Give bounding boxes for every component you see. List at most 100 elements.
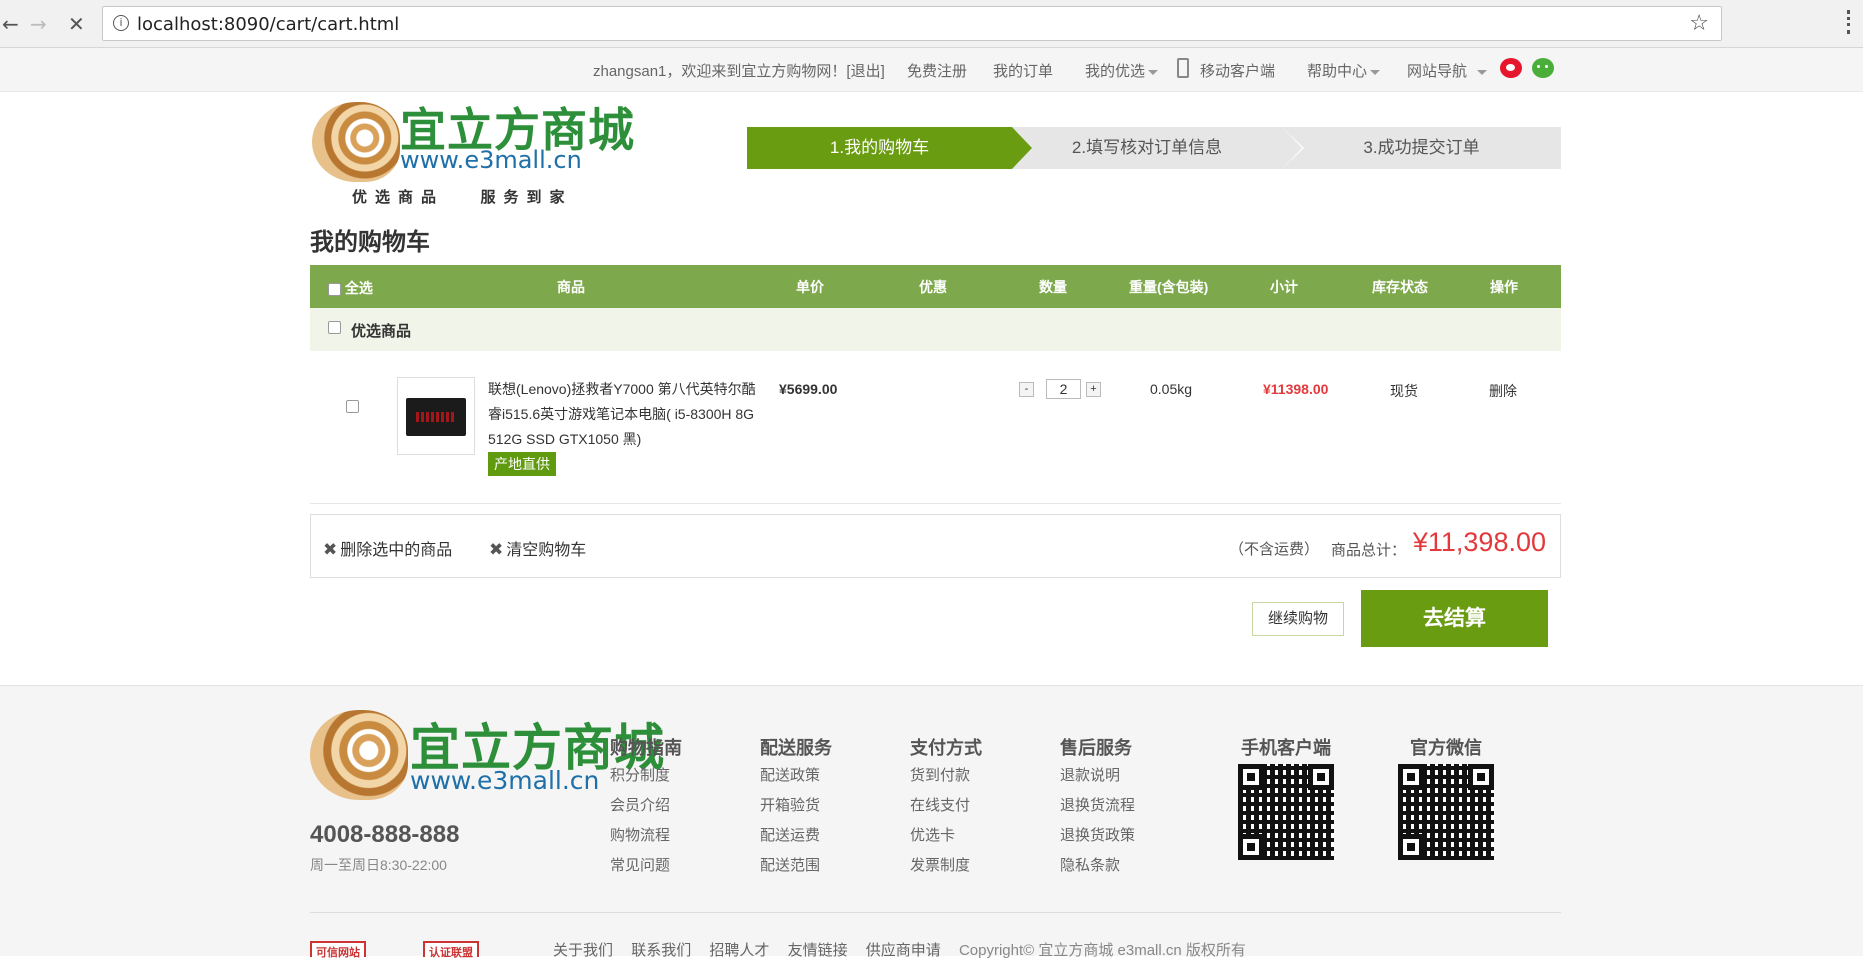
checkout-steps: 1.我的购物车 2.填写核对订单信息 3.成功提交订单 (747, 127, 1561, 169)
site-logo[interactable]: 宜立方商城 www.e3mall.cn 优选商品 服务到家 (312, 94, 634, 207)
close-icon: ✖ (489, 540, 504, 559)
footer-logo-domain: www.e3mall.cn (410, 766, 600, 795)
wechat-icon[interactable] (1532, 58, 1554, 78)
footer-col-title: 购物指南 (610, 738, 682, 758)
logo-slogan: 优选商品 服务到家 (352, 186, 573, 207)
footer-col-guide: 购物指南 积分制度 会员介绍 购物流程 常见问题 (610, 734, 730, 884)
header-subtotal: 小计 (1270, 279, 1298, 295)
certified-alliance-badge[interactable]: 认证联盟 (423, 941, 479, 959)
footer-col-delivery: 配送服务 配送政策 开箱验货 配送运费 配送范围 (760, 734, 880, 884)
supplier-apply-link[interactable]: 供应商申请 (866, 942, 941, 959)
welcome-text[interactable]: zhangsan1，欢迎来到宜立方购物网！[退出] (593, 60, 885, 81)
my-favorites-link[interactable]: 我的优选 (1085, 60, 1159, 81)
footer-link[interactable]: 优选卡 (910, 824, 1030, 854)
footer-link[interactable]: 退换货政策 (1060, 824, 1180, 854)
url-host: localhost (137, 14, 218, 35)
header-product: 商品 (557, 279, 585, 295)
total-label: 商品总计： (1331, 542, 1407, 559)
header-stock: 库存状态 (1372, 279, 1428, 295)
step-my-cart: 1.我的购物车 (747, 127, 1032, 169)
my-favorites-label: 我的优选 (1085, 63, 1146, 80)
chevron-down-icon (1148, 69, 1159, 75)
footer-link[interactable]: 会员介绍 (610, 794, 730, 824)
footer-link[interactable]: 配送政策 (760, 764, 880, 794)
footer-link[interactable]: 开箱验货 (760, 794, 880, 824)
back-icon[interactable]: ← (2, 12, 19, 36)
delete-selected-link[interactable]: ✖ 删除选中的商品 (323, 536, 452, 560)
contact-us-link[interactable]: 联系我们 (631, 942, 691, 959)
browser-toolbar: ← → ✕ i localhost:8090/cart/cart.html ☆ (0, 0, 1863, 48)
item-checkbox[interactable] (346, 400, 359, 413)
weibo-icon[interactable] (1500, 58, 1522, 78)
footer-link[interactable]: 隐私条款 (1060, 854, 1180, 884)
address-bar[interactable]: i localhost:8090/cart/cart.html ☆ (102, 6, 1722, 41)
friend-links-link[interactable]: 友情链接 (788, 942, 848, 959)
service-hours: 周一至周日8:30-22:00 (310, 857, 447, 873)
footer-link[interactable]: 常见问题 (610, 854, 730, 884)
info-icon[interactable]: i (113, 15, 129, 31)
footer-link[interactable]: 配送运费 (760, 824, 880, 854)
unit-price: ¥5699.00 (779, 381, 838, 397)
bookmark-star-icon[interactable]: ☆ (1689, 10, 1709, 36)
qr-corner (1238, 834, 1264, 860)
footer-link[interactable]: 配送范围 (760, 854, 880, 884)
continue-shopping-button[interactable]: 继续购物 (1252, 602, 1344, 636)
qr-corner (1468, 764, 1494, 790)
qr-mobile-title: 手机客户端 (1241, 738, 1331, 758)
cart-table-header: 全选 商品 单价 优惠 数量 重量(含包装) 小计 库存状态 操作 (310, 265, 1561, 308)
cart-actions-bar: ✖ 删除选中的商品 ✖ 清空购物车 （不含运费） 商品总计： ¥11,398.00 (310, 514, 1561, 578)
help-center-label: 帮助中心 (1307, 63, 1368, 80)
about-us-link[interactable]: 关于我们 (553, 942, 613, 959)
product-name-link[interactable]: 联想(Lenovo)拯救者Y7000 第八代英特尔酷睿i515.6英寸游戏笔记本… (488, 377, 758, 452)
product-thumbnail[interactable] (397, 377, 475, 455)
slogan-right: 服务到家 (480, 189, 573, 206)
shell-logo-icon (312, 102, 400, 182)
header-qty: 数量 (1039, 279, 1067, 295)
step-submit-order: 3.成功提交订单 (1282, 127, 1561, 169)
logo-domain-text: www.e3mall.cn (400, 146, 582, 174)
footer-link[interactable]: 发票制度 (910, 854, 1030, 884)
footer-divider (310, 912, 1561, 913)
stop-icon[interactable]: ✕ (68, 12, 85, 36)
select-all-checkbox[interactable] (328, 282, 341, 296)
qty-increase-button[interactable]: + (1086, 382, 1101, 397)
browser-menu-icon[interactable] (1847, 10, 1851, 34)
register-link[interactable]: 免费注册 (907, 60, 967, 81)
qty-input[interactable]: 2 (1046, 379, 1081, 399)
footer-col-title: 支付方式 (910, 738, 982, 758)
url-text: localhost:8090/cart/cart.html (137, 14, 399, 35)
careers-link[interactable]: 招聘人才 (709, 942, 769, 959)
footer-logo[interactable]: 宜立方商城 www.e3mall.cn (310, 708, 664, 803)
footer-link[interactable]: 货到付款 (910, 764, 1030, 794)
site-footer: 宜立方商城 www.e3mall.cn 4008-888-888 周一至周日8:… (0, 685, 1863, 959)
delete-item-link[interactable]: 删除 (1489, 381, 1517, 401)
clear-cart-link[interactable]: ✖ 清空购物车 (489, 536, 586, 560)
header-ops: 操作 (1490, 279, 1518, 295)
site-nav-link[interactable]: 网站导航 (1407, 60, 1488, 81)
select-all-label: 全选 (344, 280, 373, 296)
footer-col-aftersales: 售后服务 退款说明 退换货流程 退换货政策 隐私条款 (1060, 734, 1180, 884)
footer-link[interactable]: 在线支付 (910, 794, 1030, 824)
group-checkbox[interactable] (328, 321, 341, 334)
qr-corner (1308, 764, 1334, 790)
footer-link[interactable]: 购物流程 (610, 824, 730, 854)
mobile-phone-icon (1177, 58, 1189, 78)
footer-link[interactable]: 积分制度 (610, 764, 730, 794)
qr-corner (1398, 764, 1424, 790)
copyright-text: Copyright© 宜立方商城 e3mall.cn 版权所有 (958, 942, 1246, 959)
select-all-control[interactable]: 全选 (328, 278, 373, 298)
header-weight: 重量(含包装) (1129, 279, 1209, 295)
item-weight: 0.05kg (1150, 381, 1193, 397)
forward-icon[interactable]: → (30, 12, 47, 36)
cart-item-row: 联想(Lenovo)拯救者Y7000 第八代英特尔酷睿i515.6英寸游戏笔记本… (310, 351, 1561, 504)
footer-link[interactable]: 退换货流程 (1060, 794, 1180, 824)
checkout-button[interactable]: 去结算 (1361, 590, 1548, 647)
footer-link[interactable]: 退款说明 (1060, 764, 1180, 794)
mobile-client-link[interactable]: 移动客户端 (1200, 60, 1275, 81)
qty-decrease-button[interactable]: - (1019, 382, 1034, 397)
header-price: 单价 (796, 279, 824, 295)
trusted-site-badge[interactable]: 可信网站 (310, 941, 366, 959)
help-center-link[interactable]: 帮助中心 (1307, 60, 1381, 81)
my-orders-link[interactable]: 我的订单 (993, 60, 1053, 81)
no-shipping-note: （不含运费） (1229, 541, 1320, 558)
